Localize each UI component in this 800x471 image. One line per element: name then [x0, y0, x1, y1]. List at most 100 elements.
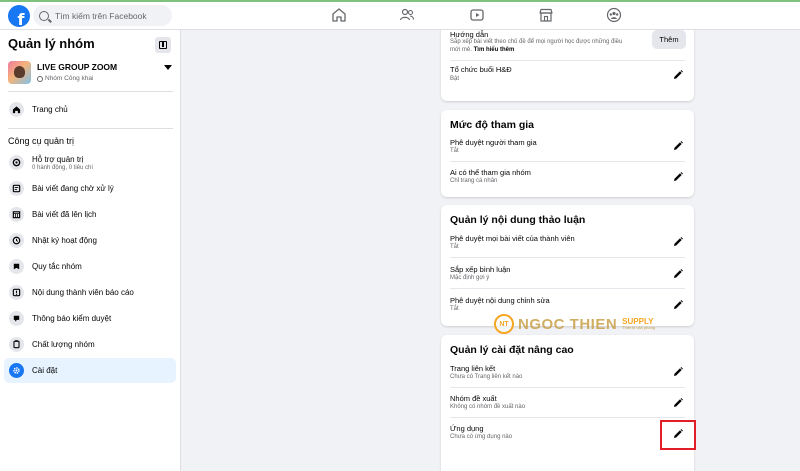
pencil-icon [674, 300, 683, 309]
group-rules-icon [9, 259, 24, 274]
apps-value: Chưa có ứng dụng nào [450, 434, 513, 440]
linked-pages-label: Trang liên kết [450, 364, 496, 373]
search-icon [39, 10, 49, 21]
row-divider [450, 387, 685, 388]
top-bar: f [0, 0, 800, 30]
chevron-down-icon[interactable] [164, 65, 172, 70]
sidebar-item-moderation-alerts[interactable]: Thông báo kiểm duyệt [4, 306, 176, 331]
scheduled-posts-icon [9, 207, 24, 222]
approve-posts-value: Tắt [450, 244, 459, 250]
edit-approve-edits-button[interactable] [670, 297, 686, 313]
watermark-text: NGOC THIEN [518, 315, 618, 333]
sort-comments-value: Mặc định gợi ý [450, 275, 490, 281]
pencil-icon [674, 70, 683, 79]
divider [8, 128, 173, 129]
advanced-settings-title: Quản lý cài đặt nâng cao [450, 344, 574, 356]
pencil-icon [674, 172, 683, 181]
admin-tools-heading: Công cụ quản trị [8, 136, 75, 146]
admin-assist-icon [9, 155, 24, 170]
guides-description: Sắp xếp bài viết theo chủ đề để mọi ngườ… [450, 39, 623, 45]
advanced-settings-card: Quản lý cài đặt nâng cao Trang liên kết … [441, 335, 694, 471]
sidebar-toggle-icon [159, 41, 167, 49]
pencil-icon [674, 398, 683, 407]
sidebar-item-home[interactable]: Trang chủ [4, 97, 176, 122]
group-quality-icon [9, 337, 24, 352]
guides-description-2: mới mẻ. [450, 47, 472, 53]
participation-title: Mức độ tham gia [450, 119, 535, 131]
row-divider [450, 161, 685, 162]
left-sidebar: Quản lý nhóm LIVE GROUP ZOOM Nhóm Công k… [0, 30, 181, 471]
approve-participants-value: Tắt [450, 148, 459, 154]
approve-posts-label: Phê duyệt mọi bài viết của thành viên [450, 234, 575, 243]
learn-more-link[interactable]: Tìm hiểu thêm [474, 47, 515, 53]
approve-participants-label: Phê duyệt người tham gia [450, 138, 537, 147]
home-icon [9, 102, 24, 117]
divider [8, 91, 173, 92]
qa-session-label: Tổ chức buổi H&Đ [450, 65, 512, 74]
search-input[interactable] [55, 10, 165, 21]
pencil-icon [674, 367, 683, 376]
search-box[interactable] [33, 5, 172, 26]
approve-edits-label: Phê duyệt nội dung chỉnh sửa [450, 296, 550, 305]
pencil-icon [674, 269, 683, 278]
add-guide-button[interactable]: Thêm [652, 30, 686, 49]
row-divider [450, 257, 685, 258]
edit-linked-pages-button[interactable] [670, 364, 686, 380]
approve-edits-value: Tắt [450, 306, 459, 312]
globe-icon [37, 75, 43, 82]
pending-posts-icon [9, 181, 24, 196]
discussion-card: Quản lý nội dung thảo luận Phê duyệt mọi… [441, 205, 694, 326]
row-divider [450, 60, 685, 61]
collapse-sidebar-button[interactable] [155, 37, 171, 53]
linked-pages-value: Chưa có Trang liên kết nào [450, 374, 523, 380]
suggested-groups-label: Nhóm đề xuất [450, 394, 497, 403]
home-icon[interactable] [331, 7, 347, 23]
watermark-badge: NT [494, 314, 514, 334]
sidebar-item-group-quality[interactable]: Chất lượng nhóm [4, 332, 176, 357]
who-can-join-value: Chỉ trang cá nhân [450, 178, 498, 184]
watermark-logo: NT NGOC THIEN SUPPLY Thiết bị văn phòng [494, 313, 655, 335]
features-card: Hướng dẫn Sắp xếp bài viết theo chủ đề đ… [441, 30, 694, 101]
who-can-join-label: Ai có thể tham gia nhóm [450, 168, 531, 177]
sidebar-item-group-rules[interactable]: Quy tắc nhóm [4, 254, 176, 279]
sidebar-item-scheduled-posts[interactable]: Bài viết đã lên lịch [4, 202, 176, 227]
row-divider [450, 288, 685, 289]
qa-session-value: Bật [450, 76, 460, 82]
friends-icon[interactable] [399, 7, 415, 23]
guides-label: Hướng dẫn [450, 30, 489, 39]
participation-card: Mức độ tham gia Phê duyệt người tham gia… [441, 110, 694, 197]
pencil-icon [674, 237, 683, 246]
sort-comments-label: Sắp xếp bình luận [450, 265, 511, 274]
sidebar-item-activity-log[interactable]: Nhật ký hoạt động [4, 228, 176, 253]
discussion-title: Quản lý nội dung thảo luận [450, 214, 586, 226]
edit-approve-participants-button[interactable] [670, 138, 686, 154]
sidebar-item-reported-content[interactable]: Nội dung thành viên báo cáo [4, 280, 176, 305]
group-avatar[interactable] [8, 61, 31, 84]
watermark-tagline: Thiết bị văn phòng [622, 325, 656, 330]
sidebar-item-pending-posts[interactable]: Bài viết đang chờ xử lý [4, 176, 176, 201]
settings-icon [9, 363, 24, 378]
settings-main: Hướng dẫn Sắp xếp bài viết theo chủ đề đ… [181, 30, 800, 471]
facebook-logo-icon[interactable]: f [8, 5, 30, 27]
reported-content-icon [9, 285, 24, 300]
pencil-icon [674, 141, 683, 150]
suggested-groups-value: Không có nhóm đề xuất nào [450, 404, 526, 410]
sidebar-item-admin-assist[interactable]: Hỗ trợ quản trị 0 hành động, 0 tiêu chí [4, 150, 176, 175]
group-privacy: Nhóm Công khai [37, 75, 93, 82]
edit-suggested-groups-button[interactable] [670, 395, 686, 411]
sidebar-title: Quản lý nhóm [8, 36, 95, 51]
apps-label: Ứng dụng [450, 424, 484, 433]
edit-qa-session-button[interactable] [670, 67, 686, 83]
edit-who-can-join-button[interactable] [670, 169, 686, 185]
groups-icon[interactable] [606, 7, 622, 23]
group-name[interactable]: LIVE GROUP ZOOM [37, 62, 117, 72]
edit-sort-comments-button[interactable] [670, 266, 686, 282]
highlight-box [660, 420, 696, 450]
activity-log-icon [9, 233, 24, 248]
watch-icon[interactable] [469, 7, 485, 23]
moderation-alerts-icon [9, 311, 24, 326]
sidebar-item-settings[interactable]: Cài đặt [4, 358, 176, 383]
row-divider [450, 417, 685, 418]
edit-approve-posts-button[interactable] [670, 234, 686, 250]
marketplace-icon[interactable] [538, 7, 554, 23]
